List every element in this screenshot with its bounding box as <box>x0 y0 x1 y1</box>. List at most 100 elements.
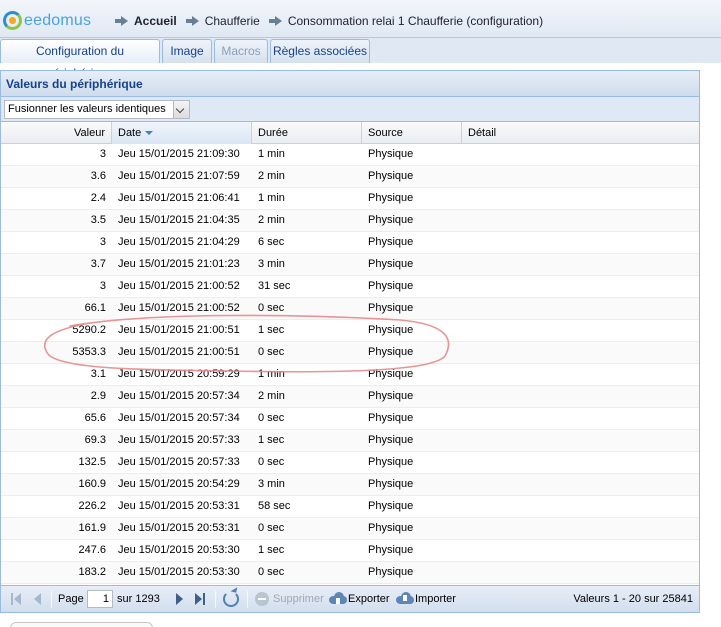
table-row[interactable]: 65.6 Jeu 15/01/2015 20:57:34 0 sec Physique <box>1 408 699 430</box>
cell-source: Physique <box>368 258 414 270</box>
cell-detail <box>462 540 699 561</box>
column-header-date[interactable]: Date <box>112 122 252 144</box>
page-number-input[interactable] <box>87 590 113 608</box>
tab-image[interactable]: Image <box>162 39 212 63</box>
table-row[interactable]: 5353.3 Jeu 15/01/2015 21:00:51 0 sec Physiq… <box>1 342 699 364</box>
cell-duration: 1 sec <box>258 544 285 556</box>
cell-date: Jeu 15/01/2015 21:00:52 <box>118 302 240 314</box>
cell-source: Physique <box>368 434 414 446</box>
breadcrumb-chaufferie[interactable]: Chaufferie <box>205 14 260 28</box>
toolbar-separator <box>247 591 248 608</box>
table-row[interactable]: 69.3 Jeu 15/01/2015 20:57:33 1 sec Physique <box>1 430 699 452</box>
paging-summary: Valeurs 1 - 20 sur 25841 <box>573 593 693 605</box>
cell-value: 247.6 <box>78 544 106 556</box>
cell-source: Physique <box>368 280 414 292</box>
cell-date: Jeu 15/01/2015 20:54:29 <box>118 478 240 490</box>
tab-macros: Macros <box>214 39 268 63</box>
refresh-icon[interactable] <box>223 591 239 607</box>
column-header-source[interactable]: Source <box>362 122 462 144</box>
column-header-detail[interactable]: Détail <box>462 122 699 144</box>
cell-source: Physique <box>368 522 414 534</box>
cell-value: 160.9 <box>78 478 106 490</box>
column-header-valeur[interactable]: Valeur <box>1 122 112 144</box>
export-icon[interactable] <box>329 592 347 604</box>
cell-source: Physique <box>368 478 414 490</box>
export-button[interactable]: Exporter <box>348 593 390 605</box>
previous-page-icon[interactable] <box>31 593 45 606</box>
eedomus-logo[interactable]: eedomus <box>3 11 91 30</box>
cell-duration: 0 sec <box>258 566 285 578</box>
table-row[interactable]: 3.7 Jeu 15/01/2015 21:01:23 3 min Physique <box>1 254 699 276</box>
cell-source: Physique <box>368 324 414 336</box>
import-button[interactable]: Importer <box>415 593 456 605</box>
cell-duration: 0 sec <box>258 346 285 358</box>
cell-detail <box>462 496 699 517</box>
table-row[interactable]: 161.9 Jeu 15/01/2015 20:53:31 0 sec Physiqu… <box>1 518 699 540</box>
cell-date: Jeu 15/01/2015 20:57:33 <box>118 434 240 446</box>
table-row[interactable]: 226.2 Jeu 15/01/2015 20:53:31 58 sec Physiq… <box>1 496 699 518</box>
cell-detail <box>462 320 699 341</box>
toolbar-separator <box>215 591 216 608</box>
cell-duration: 2 min <box>258 390 285 402</box>
table-row[interactable]: 5290.2 Jeu 15/01/2015 21:00:51 1 sec Physiq… <box>1 320 699 342</box>
cell-detail <box>462 144 699 165</box>
cell-date: Jeu 15/01/2015 21:01:23 <box>118 258 240 270</box>
tab-regles-associees[interactable]: Règles associées <box>270 39 370 63</box>
cell-date: Jeu 15/01/2015 21:00:51 <box>118 324 240 336</box>
cell-date: Jeu 15/01/2015 21:04:29 <box>118 236 240 248</box>
cell-source: Physique <box>368 214 414 226</box>
device-values-panel: Valeurs du périphérique Fusionner les va… <box>0 70 700 613</box>
cell-duration: 1 sec <box>258 324 285 336</box>
cell-value: 65.6 <box>84 412 106 424</box>
column-header-duree[interactable]: Durée <box>252 122 362 144</box>
cell-value: 3.1 <box>90 368 106 380</box>
table-row[interactable]: 160.9 Jeu 15/01/2015 20:54:29 3 min Physiqu… <box>1 474 699 496</box>
table-row[interactable]: 3.5 Jeu 15/01/2015 21:04:35 2 min Physique <box>1 210 699 232</box>
cell-source: Physique <box>368 456 414 468</box>
cell-source: Physique <box>368 170 414 182</box>
chevron-down-icon[interactable] <box>173 101 189 118</box>
cell-duration: 1 min <box>258 368 285 380</box>
cell-detail <box>462 254 699 275</box>
merge-values-select[interactable]: Fusionner les valeurs identiques <box>4 100 190 119</box>
cell-detail <box>462 232 699 253</box>
breadcrumb-accueil[interactable]: Accueil <box>134 14 177 28</box>
cell-value: 3.5 <box>90 214 106 226</box>
arrow-right-icon <box>115 16 129 26</box>
table-row[interactable]: 3 Jeu 15/01/2015 21:09:30 1 min Physique <box>1 144 699 166</box>
arrow-right-icon <box>268 16 283 26</box>
table-row[interactable]: 2.9 Jeu 15/01/2015 20:57:34 2 min Physique <box>1 386 699 408</box>
table-row[interactable]: 3 Jeu 15/01/2015 21:00:52 31 sec Physique <box>1 276 699 298</box>
cell-date: Jeu 15/01/2015 21:00:51 <box>118 346 240 358</box>
cell-duration: 0 sec <box>258 456 285 468</box>
cell-detail <box>462 298 699 319</box>
cell-date: Jeu 15/01/2015 20:53:30 <box>118 566 240 578</box>
import-icon[interactable] <box>396 592 414 604</box>
cell-value: 3 <box>99 148 106 160</box>
next-page-icon[interactable] <box>173 593 187 606</box>
cell-date: Jeu 15/01/2015 21:07:59 <box>118 170 240 182</box>
table-row[interactable]: 3.1 Jeu 15/01/2015 20:59:29 1 min Physique <box>1 364 699 386</box>
app-header: eedomus Accueil Chaufferie Consommation … <box>0 0 721 38</box>
toolbar-separator <box>51 591 52 608</box>
last-page-icon[interactable] <box>194 593 208 606</box>
cell-duration: 0 sec <box>258 302 285 314</box>
table-row[interactable]: 66.1 Jeu 15/01/2015 21:00:52 0 sec Physique <box>1 298 699 320</box>
table-row[interactable]: 183.2 Jeu 15/01/2015 20:53:30 0 sec Physiqu… <box>1 562 699 584</box>
table-row[interactable]: 132.5 Jeu 15/01/2015 20:57:33 0 sec Physiqu… <box>1 452 699 474</box>
cell-detail <box>462 210 699 231</box>
table-row[interactable]: 2.4 Jeu 15/01/2015 21:06:41 1 min Physique <box>1 188 699 210</box>
first-page-icon[interactable] <box>10 593 24 606</box>
table-row[interactable]: 247.6 Jeu 15/01/2015 20:53:30 1 sec Physiqu… <box>1 540 699 562</box>
cell-detail <box>462 166 699 187</box>
arrow-right-icon <box>185 16 200 26</box>
table-row[interactable]: 3.6 Jeu 15/01/2015 21:07:59 2 min Physique <box>1 166 699 188</box>
table-row[interactable]: 3 Jeu 15/01/2015 21:04:29 6 sec Physique <box>1 232 699 254</box>
cell-duration: 3 min <box>258 478 285 490</box>
logo-icon <box>3 11 22 30</box>
cell-detail <box>462 408 699 429</box>
cell-source: Physique <box>368 192 414 204</box>
tab-configuration[interactable]: Configuration du périphérique <box>0 39 160 80</box>
cell-date: Jeu 15/01/2015 20:53:30 <box>118 544 240 556</box>
cell-value: 69.3 <box>84 434 106 446</box>
